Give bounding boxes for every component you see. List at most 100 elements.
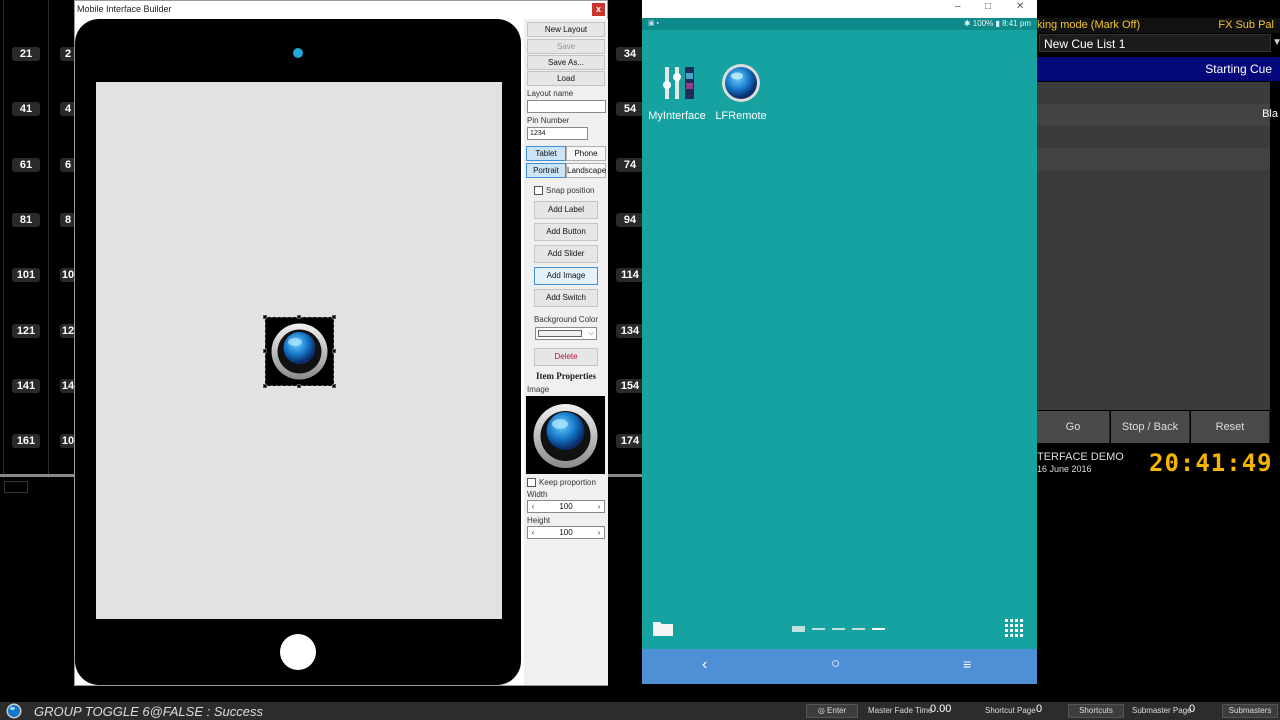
landscape-toggle[interactable]: Landscape	[566, 163, 606, 178]
stop-back-button[interactable]: Stop / Back	[1111, 411, 1190, 443]
grid-cell-label[interactable]: 41	[12, 102, 40, 116]
load-button[interactable]: Load	[527, 71, 605, 86]
app-label: MyInterface	[648, 110, 706, 122]
show-name: TERFACE DEMO	[1037, 451, 1124, 463]
increment-icon[interactable]: ›	[594, 501, 604, 512]
status-bar: GROUP TOGGLE 6@FALSE : Success ◎ Enter M…	[0, 702, 1280, 720]
snap-position-checkbox[interactable]	[534, 186, 543, 195]
app-lfremote[interactable]: LFRemote	[711, 63, 771, 122]
resize-handle[interactable]	[332, 384, 336, 388]
background-color-select[interactable]: ⌵	[535, 327, 597, 340]
grid-cell-label[interactable]: 154	[616, 379, 644, 393]
enter-button[interactable]: ◎ Enter	[806, 704, 858, 718]
height-value: 100	[559, 528, 573, 537]
height-stepper[interactable]: ‹ 100 ›	[527, 526, 605, 539]
window-titlebar[interactable]: Mobile Interface Builder x	[75, 1, 607, 19]
keep-proportion-checkbox[interactable]	[527, 478, 536, 487]
snap-position-label: Snap position	[546, 186, 595, 195]
layout-name-input[interactable]	[527, 100, 606, 113]
camera-dot	[293, 48, 303, 58]
builder-side-panel: New Layout Save Save As... Load Layout n…	[524, 19, 608, 685]
scroll-block[interactable]	[4, 481, 28, 493]
canvas-image-item[interactable]	[263, 315, 336, 388]
image-preview[interactable]	[526, 396, 605, 474]
folder-icon[interactable]	[652, 619, 674, 637]
new-layout-button[interactable]: New Layout	[527, 22, 605, 37]
android-emulator-window: – □ ✕ ▣ ▪ ✱ 100% ▮ 8:41 pm MyInterface L…	[642, 0, 1037, 684]
close-button[interactable]: x	[592, 3, 605, 16]
layout-canvas[interactable]	[96, 82, 502, 619]
resize-handle[interactable]	[332, 349, 336, 353]
portrait-toggle[interactable]: Portrait	[526, 163, 566, 178]
clock-display: 20:41:49	[1149, 449, 1273, 477]
go-button[interactable]: Go	[1037, 411, 1110, 443]
grid-cell-label[interactable]: 54	[616, 102, 644, 116]
grid-cell-label[interactable]: 61	[12, 158, 40, 172]
grid-cell-label[interactable]: 121	[12, 324, 40, 338]
resize-handle[interactable]	[297, 384, 301, 388]
chevron-down-icon: ⌵	[588, 330, 594, 337]
chevron-down-icon[interactable]: ▼	[1272, 37, 1280, 48]
width-stepper[interactable]: ‹ 100 ›	[527, 500, 605, 513]
add-label-button[interactable]: Add Label	[534, 201, 598, 219]
phone-toggle[interactable]: Phone	[566, 146, 606, 161]
grid-cell-label[interactable]: 141	[12, 379, 40, 393]
pin-number-input[interactable]: 1234	[527, 127, 588, 140]
grid-cell-label[interactable]: 94	[616, 213, 644, 227]
resize-handle[interactable]	[332, 315, 336, 319]
add-image-button[interactable]: Add Image	[534, 267, 598, 285]
save-as-button[interactable]: Save As...	[527, 55, 605, 70]
status-message: GROUP TOGGLE 6@FALSE : Success	[34, 704, 263, 719]
add-slider-button[interactable]: Add Slider	[534, 245, 598, 263]
submasters-button[interactable]: Submasters	[1222, 704, 1278, 718]
back-icon[interactable]: ‹	[702, 656, 707, 674]
playback-controls: Go Stop / Back Reset	[1037, 411, 1270, 443]
grid-cell-label[interactable]: 34	[616, 47, 644, 61]
grid-cell-label[interactable]: 101	[12, 268, 40, 282]
decrement-icon[interactable]: ‹	[528, 527, 538, 538]
add-button-button[interactable]: Add Button	[534, 223, 598, 241]
save-button[interactable]: Save	[527, 39, 605, 54]
page-dot[interactable]	[812, 628, 825, 630]
grid-cell-label[interactable]: 174	[616, 434, 644, 448]
delete-button[interactable]: Delete	[534, 348, 598, 366]
grid-cell-label[interactable]: 21	[12, 47, 40, 61]
tablet-toggle[interactable]: Tablet	[526, 146, 566, 161]
page-dot[interactable]	[852, 628, 865, 630]
submaster-page-value[interactable]: 0	[1189, 703, 1195, 715]
cue-row-selected[interactable]: Starting Cue	[1037, 57, 1280, 81]
enter-label: Enter	[827, 706, 847, 715]
master-fade-value[interactable]: 0.00	[930, 703, 951, 715]
increment-icon[interactable]: ›	[594, 527, 604, 538]
window-titlebar[interactable]: – □ ✕	[642, 0, 1037, 18]
table-row[interactable]	[1037, 104, 1270, 126]
divider	[608, 474, 642, 477]
resize-handle[interactable]	[263, 384, 267, 388]
home-icon[interactable]: ○	[831, 655, 840, 672]
app-myinterface[interactable]: MyInterface	[647, 63, 707, 122]
page-dot-active[interactable]	[872, 628, 885, 630]
app-drawer-icon[interactable]	[1004, 618, 1024, 638]
cue-list-select[interactable]: New Cue List 1 ▼	[1039, 34, 1280, 52]
resize-handle[interactable]	[297, 315, 301, 319]
grid-cell-label[interactable]: 161	[12, 434, 40, 448]
table-row[interactable]	[1037, 148, 1270, 170]
add-switch-button[interactable]: Add Switch	[534, 289, 598, 307]
page-dot[interactable]	[832, 628, 845, 630]
menu-icon[interactable]: ≡	[963, 656, 971, 672]
reset-button[interactable]: Reset	[1191, 411, 1270, 443]
maximize-icon[interactable]: □	[985, 1, 991, 12]
shortcuts-button[interactable]: Shortcuts	[1068, 704, 1124, 718]
shortcut-page-value[interactable]: 0	[1036, 703, 1042, 715]
grid-cell-label[interactable]: 114	[616, 268, 644, 282]
divider	[0, 474, 75, 477]
close-icon[interactable]: ✕	[1016, 1, 1024, 12]
grid-cell-label[interactable]: 134	[616, 324, 644, 338]
grid-cell-label[interactable]: 74	[616, 158, 644, 172]
resize-handle[interactable]	[263, 349, 267, 353]
grid-cell-label[interactable]: 81	[12, 213, 40, 227]
minimize-icon[interactable]: –	[955, 1, 961, 12]
page-dot[interactable]	[792, 626, 805, 632]
decrement-icon[interactable]: ‹	[528, 501, 538, 512]
resize-handle[interactable]	[263, 315, 267, 319]
